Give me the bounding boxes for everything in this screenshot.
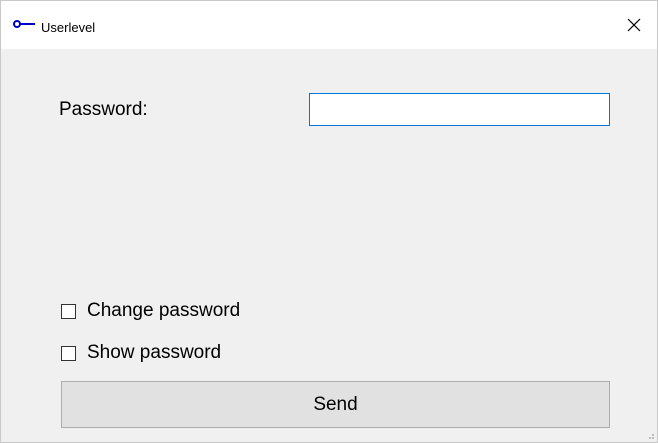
dialog-content: Password: Change password Show password …	[1, 49, 657, 442]
password-input[interactable]	[309, 93, 610, 126]
change-password-checkbox[interactable]	[61, 303, 76, 319]
close-icon	[627, 18, 641, 32]
window-title: Userlevel	[41, 20, 96, 35]
userlevel-dialog: Userlevel Password: Change password Show…	[0, 0, 658, 443]
change-password-label[interactable]: Change password	[87, 300, 240, 322]
show-password-label[interactable]: Show password	[87, 342, 221, 364]
close-button[interactable]	[611, 1, 657, 49]
change-password-checkbox-row[interactable]: Change password	[61, 300, 240, 322]
send-button[interactable]: Send	[61, 381, 610, 428]
show-password-checkbox[interactable]	[61, 345, 76, 361]
key-icon	[13, 20, 35, 28]
show-password-checkbox-row[interactable]: Show password	[61, 342, 221, 364]
resize-grip-icon[interactable]	[645, 430, 655, 440]
title-bar[interactable]: Userlevel	[1, 1, 657, 49]
password-label: Password:	[59, 99, 148, 120]
